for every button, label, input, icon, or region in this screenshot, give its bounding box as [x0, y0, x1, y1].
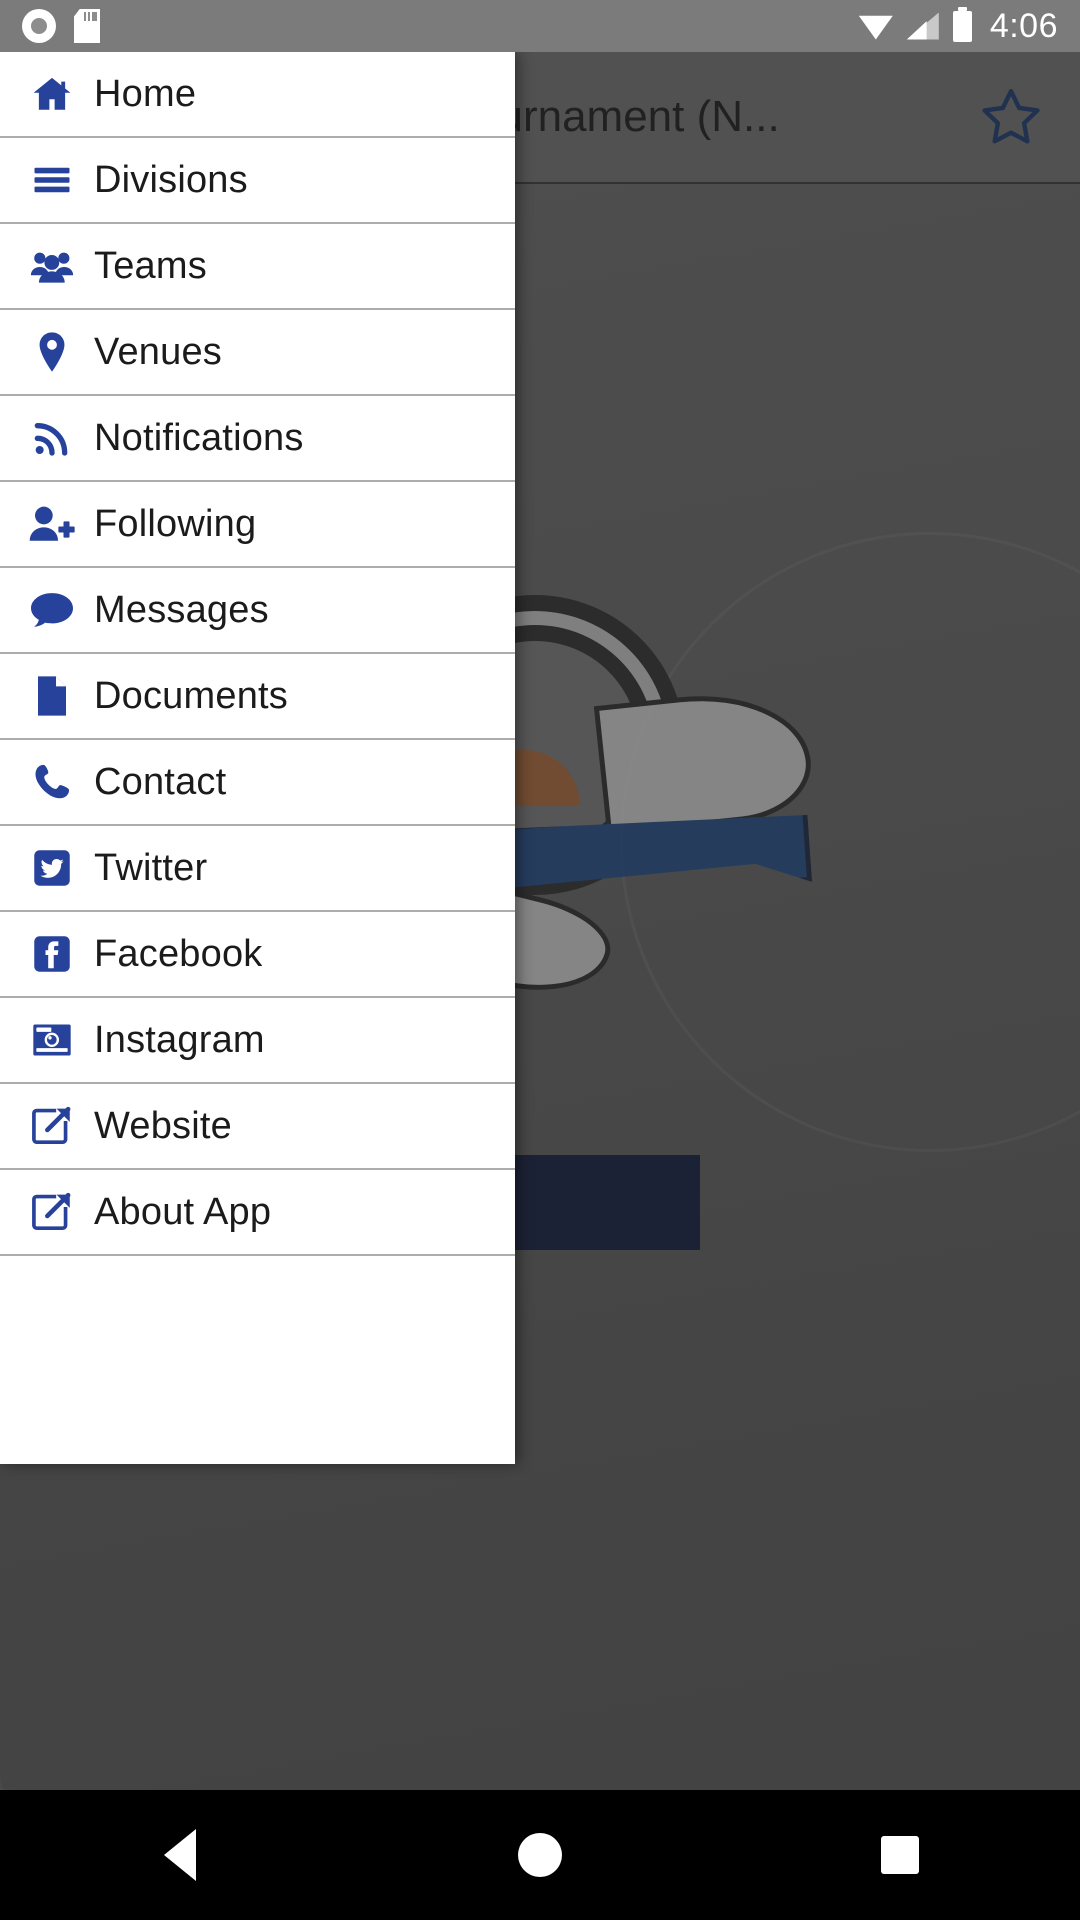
drawer-item-notifications[interactable]: Notifications — [0, 396, 515, 482]
drawer-item-contact[interactable]: Contact — [0, 740, 515, 826]
drawer-item-twitter[interactable]: Twitter — [0, 826, 515, 912]
status-left-icons — [22, 9, 100, 43]
nav-back-button[interactable] — [0, 1829, 360, 1881]
drawer-item-following[interactable]: Following — [0, 482, 515, 568]
chat-bubble-icon — [24, 591, 80, 629]
status-right-icons: 4:06 — [858, 6, 1058, 46]
nav-home-button[interactable] — [360, 1833, 720, 1877]
drawer-item-label: Twitter — [94, 846, 208, 889]
drawer-item-label: About App — [94, 1190, 272, 1233]
drawer-item-label: Venues — [94, 330, 222, 373]
recents-square-icon — [881, 1836, 919, 1874]
map-pin-icon — [24, 331, 80, 373]
drawer-item-label: Website — [94, 1104, 232, 1147]
drawer-item-label: Facebook — [94, 932, 263, 975]
rss-feed-icon — [24, 418, 80, 458]
drawer-item-divisions[interactable]: Divisions — [0, 138, 515, 224]
facebook-square-icon — [24, 935, 80, 973]
external-link-icon — [24, 1106, 80, 1146]
external-link-icon — [24, 1192, 80, 1232]
camera-square-icon — [24, 1022, 80, 1058]
home-circle-icon — [518, 1833, 562, 1877]
drawer-empty-space — [0, 1256, 515, 1464]
drawer-item-messages[interactable]: Messages — [0, 568, 515, 654]
drawer-item-teams[interactable]: Teams — [0, 224, 515, 310]
drawer-item-about-app[interactable]: About App — [0, 1170, 515, 1256]
drawer-item-home[interactable]: Home — [0, 52, 515, 138]
drawer-item-label: Instagram — [94, 1018, 265, 1061]
document-page-icon — [24, 675, 80, 717]
drawer-item-label: Notifications — [94, 416, 304, 459]
back-triangle-icon — [164, 1829, 196, 1881]
android-navigation-bar — [0, 1790, 1080, 1920]
drawer-item-label: Contact — [94, 760, 227, 803]
status-bar: 4:06 — [0, 0, 1080, 52]
user-plus-icon — [24, 504, 80, 544]
battery-icon — [952, 6, 972, 42]
drawer-item-website[interactable]: Website — [0, 1084, 515, 1170]
drawer-item-label: Following — [94, 502, 257, 545]
twitter-square-icon — [24, 849, 80, 887]
phone-icon — [24, 763, 80, 801]
sd-card-icon — [74, 9, 100, 43]
drawer-item-label: Messages — [94, 588, 269, 631]
drawer-item-documents[interactable]: Documents — [0, 654, 515, 740]
drawer-item-venues[interactable]: Venues — [0, 310, 515, 396]
nav-recents-button[interactable] — [720, 1836, 1080, 1874]
users-group-icon — [24, 245, 80, 287]
drawer-item-label: Home — [94, 72, 197, 115]
signal-icon — [906, 12, 939, 40]
drawer-item-facebook[interactable]: Facebook — [0, 912, 515, 998]
drawer-item-label: Documents — [94, 674, 288, 717]
status-clock: 4:06 — [989, 6, 1058, 45]
drawer-item-label: Divisions — [94, 158, 248, 201]
wifi-icon — [858, 15, 893, 40]
navigation-drawer: Home Divisions Teams Venues Notification… — [0, 52, 515, 1464]
cd-icon — [22, 9, 56, 43]
list-lines-icon — [24, 159, 80, 201]
home-icon — [24, 73, 80, 115]
drawer-item-label: Teams — [94, 244, 207, 287]
drawer-item-instagram[interactable]: Instagram — [0, 998, 515, 1084]
